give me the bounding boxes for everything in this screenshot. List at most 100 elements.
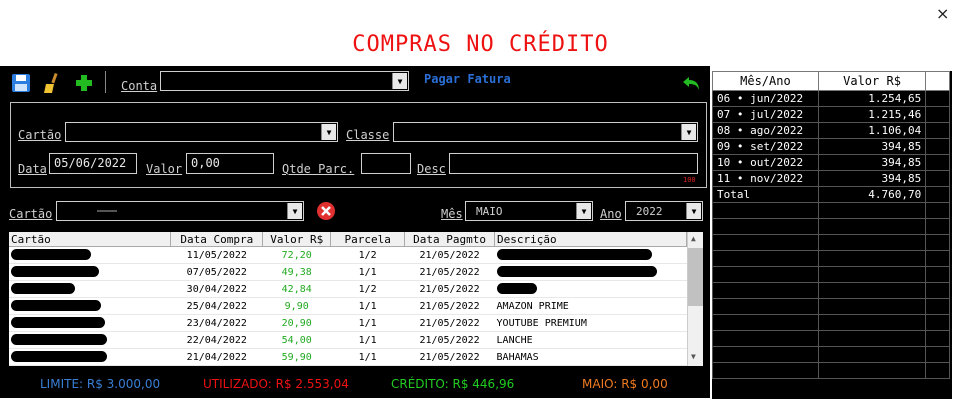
- summary-row[interactable]: 08 • ago/2022 1.106,04: [712, 122, 950, 139]
- cell-cartao: [9, 263, 171, 281]
- cell-descricao: [494, 263, 687, 281]
- mes-total-status: MAIO: R$ 0,00: [582, 377, 668, 391]
- summary-row[interactable]: 06 • jun/2022 1.254,65: [712, 90, 950, 107]
- mes-select[interactable]: MAIO ▼: [465, 201, 593, 221]
- redacted-card-name: [11, 266, 99, 278]
- summary-empty-row: [712, 346, 950, 363]
- purchases-grid[interactable]: Cartão Data Compra Valor R$ Parcela Data…: [9, 232, 703, 366]
- summary-empty-cell: [925, 298, 950, 315]
- summary-empty-cell: [817, 298, 927, 315]
- summary-blank: [925, 122, 950, 139]
- close-icon[interactable]: ×: [936, 4, 949, 23]
- table-row[interactable]: 22/04/2022 54,00 1/1 21/05/2022 LANCHE: [9, 331, 687, 349]
- data-label: Data: [18, 162, 47, 176]
- summary-empty-cell: [925, 234, 950, 251]
- summary-empty-cell: [712, 234, 819, 251]
- cell-descricao: BAHAMAS: [494, 348, 687, 366]
- summary-empty-cell: [712, 250, 819, 267]
- cell-parcela: 1/2: [330, 246, 405, 264]
- cell-data-pagmto: 21/05/2022: [404, 331, 495, 349]
- summary-valor: 394,85: [817, 170, 927, 187]
- cartao-select[interactable]: ▼: [65, 122, 338, 142]
- summary-col-valor[interactable]: Valor R$: [817, 71, 927, 91]
- table-row[interactable]: 07/05/2022 49,38 1/1 21/05/2022: [9, 263, 687, 281]
- undo-icon[interactable]: [682, 74, 702, 92]
- cell-data-pagmto: 21/05/2022: [404, 263, 495, 281]
- col-cartao[interactable]: Cartão: [9, 232, 172, 247]
- summary-row[interactable]: 09 • set/2022 394,85: [712, 138, 950, 155]
- redacted-card: [97, 210, 117, 212]
- summary-blank: [925, 170, 950, 187]
- summary-row[interactable]: Total 4.760,70: [712, 186, 950, 203]
- cell-cartao: [9, 246, 171, 264]
- cell-data-pagmto: 21/05/2022: [404, 348, 495, 366]
- table-row[interactable]: 11/05/2022 72,20 1/2 21/05/2022: [9, 246, 687, 264]
- table-row[interactable]: 21/04/2022 59,90 1/1 21/05/2022 BAHAMAS: [9, 348, 687, 366]
- chevron-down-icon[interactable]: ▼: [576, 203, 591, 219]
- summary-empty-cell: [817, 330, 927, 347]
- redacted-card-name: [11, 334, 107, 346]
- data-field[interactable]: 05/06/2022: [49, 153, 137, 174]
- valor-field[interactable]: 0,00: [186, 153, 274, 174]
- qtde-parc-field[interactable]: [361, 153, 411, 174]
- col-parcela[interactable]: Parcela: [330, 232, 406, 247]
- conta-label: Conta: [121, 79, 158, 93]
- scrollbar-thumb[interactable]: [688, 248, 703, 306]
- chevron-down-icon[interactable]: ▼: [392, 73, 407, 89]
- chevron-down-icon[interactable]: ▼: [686, 203, 701, 219]
- summary-empty-cell: [817, 218, 927, 235]
- scroll-down-icon[interactable]: ▼: [691, 352, 696, 361]
- cell-cartao: [9, 297, 171, 315]
- clear-filter-icon[interactable]: [316, 201, 336, 221]
- classe-select[interactable]: ▼: [393, 122, 698, 142]
- summary-empty-cell: [817, 282, 927, 299]
- redacted-description: [496, 283, 537, 295]
- conta-select[interactable]: ▼: [160, 71, 409, 91]
- summary-row[interactable]: 11 • nov/2022 394,85: [712, 170, 950, 187]
- add-icon[interactable]: [74, 73, 94, 93]
- table-row[interactable]: 30/04/2022 42,84 1/2 21/05/2022: [9, 280, 687, 298]
- pagar-fatura-link[interactable]: Pagar Fatura: [424, 72, 511, 86]
- redacted-card-name: [11, 283, 75, 295]
- cell-data-compra: 22/04/2022: [170, 331, 263, 349]
- summary-empty-cell: [925, 346, 950, 363]
- ano-label: Ano: [600, 207, 622, 221]
- summary-col-mes[interactable]: Mês/Ano: [712, 71, 819, 91]
- cell-data-pagmto: 21/05/2022: [404, 246, 495, 264]
- chevron-down-icon[interactable]: ▼: [321, 124, 336, 140]
- filter-cartao-select[interactable]: ▼: [56, 201, 304, 221]
- cell-valor: 20,90: [262, 314, 331, 332]
- ano-select[interactable]: 2022 ▼: [625, 201, 703, 221]
- chevron-down-icon[interactable]: ▼: [681, 124, 696, 140]
- summary-empty-cell: [817, 234, 927, 251]
- cell-descricao: [494, 280, 687, 298]
- table-row[interactable]: 25/04/2022 9,90 1/1 21/05/2022 AMAZON PRIME: [9, 297, 687, 315]
- cell-parcela: 1/1: [330, 263, 405, 281]
- summary-row[interactable]: 10 • out/2022 394,85: [712, 154, 950, 171]
- grid-scrollbar[interactable]: ▲ ▼: [687, 232, 703, 366]
- valor-label: Valor: [146, 162, 183, 176]
- cell-valor: 54,00: [262, 331, 331, 349]
- cell-valor: 72,20: [262, 246, 331, 264]
- limite-status: LIMITE: R$ 3.000,00: [40, 377, 161, 391]
- summary-empty-row: [712, 202, 950, 219]
- summary-blank: [925, 138, 950, 155]
- clear-brush-icon[interactable]: [42, 72, 62, 94]
- summary-row[interactable]: 07 • jul/2022 1.215,46: [712, 106, 950, 123]
- col-valor[interactable]: Valor R$: [262, 232, 332, 247]
- table-row[interactable]: 23/04/2022 20,90 1/1 21/05/2022 YOUTUBE PREM…: [9, 314, 687, 332]
- cell-valor: 9,90: [262, 297, 331, 315]
- summary-mes: 07 • jul/2022: [712, 106, 819, 123]
- col-data-pagmto[interactable]: Data Pagmto: [404, 232, 496, 247]
- cell-cartao: [9, 331, 171, 349]
- save-icon[interactable]: [11, 73, 31, 93]
- summary-empty-cell: [817, 362, 927, 379]
- summary-empty-cell: [925, 266, 950, 283]
- desc-field[interactable]: [449, 153, 698, 174]
- scroll-up-icon[interactable]: ▲: [691, 234, 696, 243]
- col-data-compra[interactable]: Data Compra: [170, 232, 264, 247]
- chevron-down-icon[interactable]: ▼: [287, 203, 302, 219]
- summary-empty-cell: [925, 218, 950, 235]
- summary-valor: 394,85: [817, 138, 927, 155]
- col-descricao[interactable]: Descrição: [494, 232, 687, 247]
